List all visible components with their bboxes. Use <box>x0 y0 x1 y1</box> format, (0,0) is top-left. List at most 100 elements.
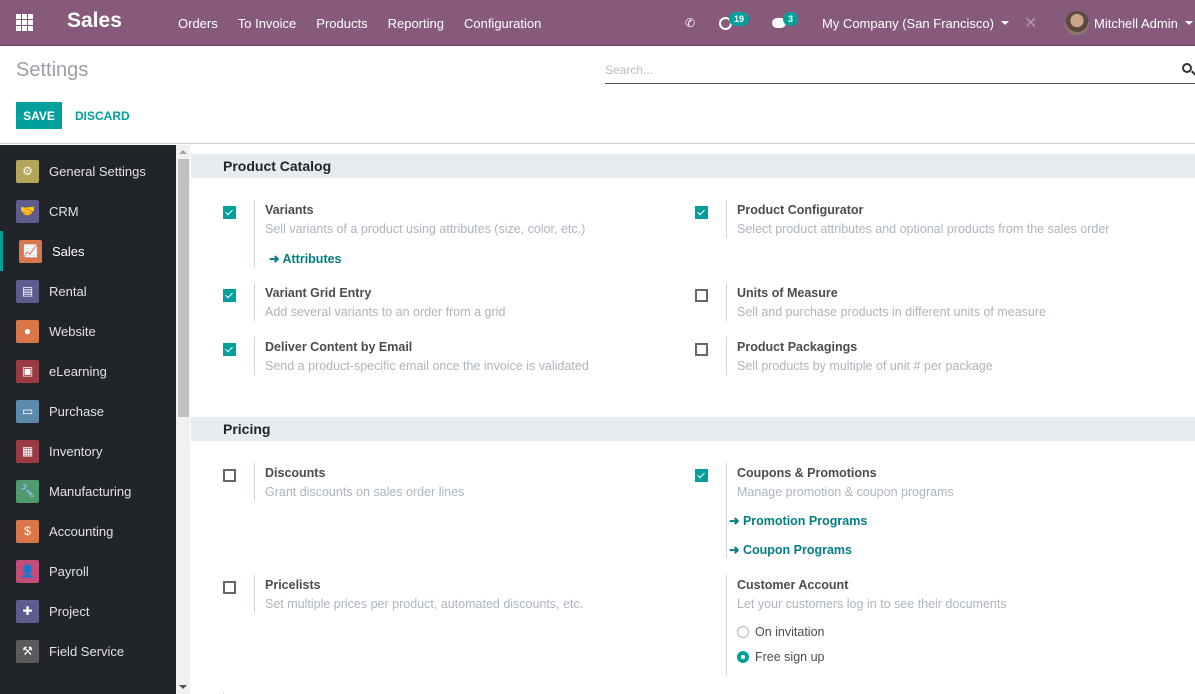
sidebar-item-label: eLearning <box>49 363 107 379</box>
divider <box>726 463 727 558</box>
arrow-right-icon: ➜ <box>729 514 743 528</box>
divider <box>254 200 255 267</box>
setting-title: Discounts <box>265 466 326 480</box>
setting-description: Add several variants to an order from a … <box>265 305 506 319</box>
divider <box>726 200 727 238</box>
setting-title: Pricelists <box>265 578 321 592</box>
divider <box>254 575 255 613</box>
section-title-pricing: Pricing <box>191 417 1195 441</box>
setting-description: Sell variants of a product using attribu… <box>265 222 586 236</box>
phone-button[interactable]: ✆ <box>685 0 695 46</box>
sidebar-item-field-service[interactable]: ⚒ Field Service <box>0 631 176 671</box>
sidebar-item-label: Manufacturing <box>49 483 132 499</box>
menu-orders[interactable]: Orders <box>168 16 228 31</box>
radio-label: On invitation <box>755 625 825 639</box>
settings-sidebar: ⚙ General Settings 🤝 CRM 📈 Sales ▤ Rental ● Websi… <box>0 145 176 694</box>
scroll-up-icon[interactable] <box>179 150 187 154</box>
settings-content: Product Catalog Variants Sell variants o… <box>190 145 1195 694</box>
manufacturing-app-icon: 🔧 <box>16 479 39 503</box>
checkbox-product-configurator[interactable] <box>695 206 708 219</box>
sidebar-item-general-settings[interactable]: ⚙ General Settings <box>0 151 176 191</box>
page-title: Settings <box>16 59 89 81</box>
divider <box>726 575 727 675</box>
activity-button[interactable]: 19 <box>719 0 750 46</box>
messages-badge: 3 <box>783 12 799 26</box>
sidebar-item-rental[interactable]: ▤ Rental <box>0 271 176 311</box>
search-bar <box>605 58 1195 84</box>
radio-on-invitation[interactable]: On invitation <box>737 625 937 641</box>
checkbox-pricelists[interactable] <box>223 581 236 594</box>
sidebar-item-label: CRM <box>49 203 79 219</box>
checkbox-coupons-promotions[interactable] <box>695 469 708 482</box>
elearning-app-icon: ▣ <box>16 359 39 383</box>
sidebar-item-elearning[interactable]: ▣ eLearning <box>0 351 176 391</box>
link-label: Attributes <box>282 252 342 266</box>
sidebar-item-payroll[interactable]: 👤 Payroll <box>0 551 176 591</box>
purchase-app-icon: ▭ <box>16 399 39 423</box>
link-label: Coupon Programs <box>742 543 852 557</box>
checkbox-units-of-measure[interactable] <box>695 289 708 302</box>
setting-title: Variant Grid Entry <box>265 286 372 300</box>
menu-configuration[interactable]: Configuration <box>454 16 551 31</box>
setting-description: Sell and purchase products in different … <box>737 305 1046 319</box>
setting-title: Customer Account <box>737 578 849 592</box>
sidebar-scrollbar[interactable] <box>176 145 190 694</box>
messages-button[interactable]: 3 <box>772 0 799 46</box>
sidebar-item-project[interactable]: ✚ Project <box>0 591 176 631</box>
setting-description: Grant discounts on sales order lines <box>265 485 465 499</box>
arrow-right-icon: ➜ <box>729 543 743 557</box>
sidebar-item-label: Website <box>49 323 96 339</box>
save-button[interactable]: SAVE <box>16 102 62 129</box>
avatar <box>1065 11 1089 35</box>
radio-free-sign-up[interactable]: Free sign up <box>737 650 937 666</box>
caret-down-icon <box>1000 21 1009 25</box>
search-input[interactable] <box>605 58 1165 82</box>
checkbox-discounts[interactable] <box>223 469 236 482</box>
setting-description: Send a product-specific email once the i… <box>265 359 589 373</box>
setting-title: Variants <box>265 203 314 217</box>
search-icon[interactable] <box>1182 63 1192 73</box>
sidebar-item-label: Rental <box>49 283 87 299</box>
checkbox-variants[interactable] <box>223 206 236 219</box>
user-menu[interactable]: Mitchell Admin <box>1065 0 1193 46</box>
checkbox-product-packagings[interactable] <box>695 343 708 356</box>
sidebar-item-label: Payroll <box>49 563 89 579</box>
menu-to-invoice[interactable]: To Invoice <box>228 16 307 31</box>
scroll-down-icon[interactable] <box>179 685 187 689</box>
sidebar-item-website[interactable]: ● Website <box>0 311 176 351</box>
sidebar-item-purchase[interactable]: ▭ Purchase <box>0 391 176 431</box>
radio-button[interactable] <box>737 626 749 638</box>
radio-label: Free sign up <box>755 650 825 664</box>
sidebar-item-crm[interactable]: 🤝 CRM <box>0 191 176 231</box>
setting-title: Coupons & Promotions <box>737 466 877 480</box>
field-service-app-icon: ⚒ <box>16 639 39 663</box>
divider <box>726 337 727 375</box>
sales-app-icon: 📈 <box>19 239 42 263</box>
menu-reporting[interactable]: Reporting <box>378 16 454 31</box>
divider <box>254 283 255 321</box>
sidebar-item-manufacturing[interactable]: 🔧 Manufacturing <box>0 471 176 511</box>
sidebar-item-sales[interactable]: 📈 Sales <box>0 231 176 271</box>
sidebar-item-inventory[interactable]: ▦ Inventory <box>0 431 176 471</box>
sidebar-item-accounting[interactable]: $ Accounting <box>0 511 176 551</box>
menu-products[interactable]: Products <box>306 16 377 31</box>
scrollbar-thumb[interactable] <box>178 159 189 417</box>
sidebar-item-label: Sales <box>52 243 85 259</box>
arrow-right-icon: ➜ <box>269 252 283 266</box>
setting-description: Let your customers log in to see their d… <box>737 597 1007 611</box>
caret-down-icon <box>1184 21 1193 25</box>
app-brand[interactable]: Sales <box>67 9 122 33</box>
discard-button[interactable]: DISCARD <box>68 102 137 129</box>
apps-grid-icon[interactable] <box>16 14 33 31</box>
coupon-programs-link[interactable]: ➜ Coupon Programs <box>729 542 852 557</box>
sidebar-item-label: Project <box>49 603 90 619</box>
accounting-app-icon: $ <box>16 519 39 543</box>
attributes-link[interactable]: ➜ Attributes <box>269 251 342 266</box>
checkbox-variant-grid-entry[interactable] <box>223 289 236 302</box>
checkbox-deliver-content-by-email[interactable] <box>223 343 236 356</box>
debug-tools-button[interactable]: ✕ <box>1024 0 1037 46</box>
radio-button[interactable] <box>737 651 749 663</box>
promotion-programs-link[interactable]: ➜ Promotion Programs <box>729 513 867 528</box>
sidebar-item-label: Inventory <box>49 443 103 459</box>
company-switcher[interactable]: My Company (San Francisco) <box>822 0 1009 46</box>
